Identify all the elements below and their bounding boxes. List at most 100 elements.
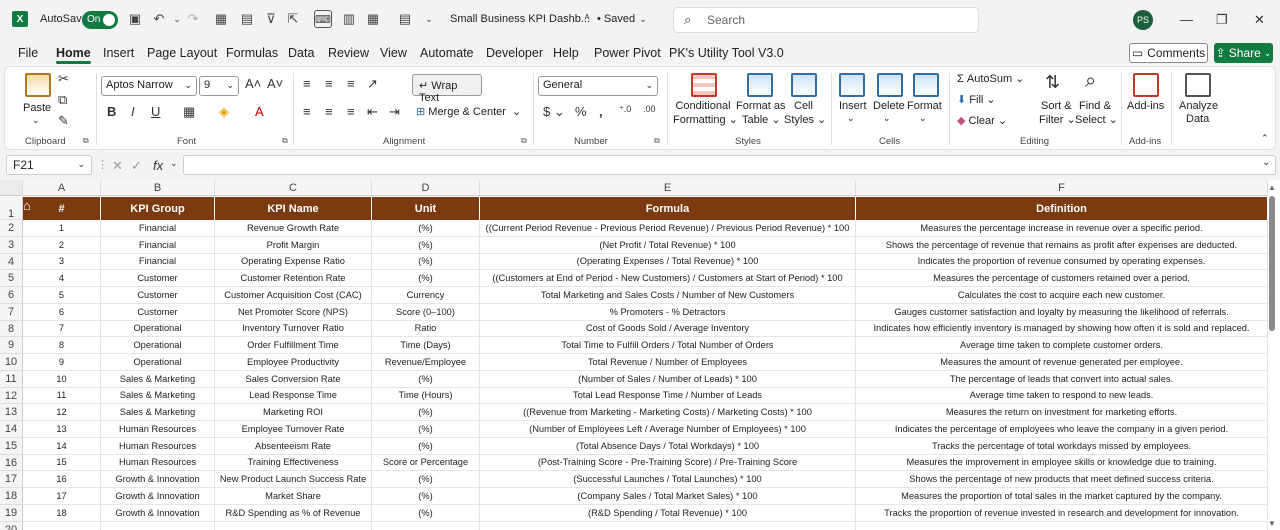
table-cell[interactable]: (%) bbox=[372, 236, 480, 254]
table-cell[interactable]: Lead Response Time bbox=[215, 387, 372, 405]
conditional-label[interactable]: Conditional bbox=[675, 100, 731, 112]
align-top-icon[interactable]: ≡ bbox=[303, 76, 311, 91]
cut-icon[interactable]: ✂ bbox=[58, 71, 69, 87]
dialog-launcher-icon[interactable]: ⧉ bbox=[83, 136, 89, 146]
tab-automate[interactable]: Automate bbox=[420, 46, 474, 60]
home-icon[interactable]: ⌂ bbox=[23, 198, 31, 213]
table-cell[interactable]: Growth & Innovation bbox=[101, 471, 215, 488]
table-cell[interactable]: Time (Days) bbox=[372, 337, 480, 354]
row-header[interactable]: 13 bbox=[0, 404, 23, 421]
table-cell[interactable]: Sales & Marketing bbox=[101, 370, 215, 388]
column-header-c[interactable]: C bbox=[215, 180, 372, 196]
table-cell[interactable]: (Operating Expenses / Total Revenue) * 1… bbox=[480, 253, 856, 271]
table-cell[interactable]: Revenue Growth Rate bbox=[215, 220, 372, 237]
table-cell[interactable]: Score (0–100) bbox=[372, 303, 480, 321]
tab-help[interactable]: Help bbox=[553, 46, 579, 60]
table-cell[interactable]: Financial bbox=[101, 236, 215, 254]
filter-icon[interactable]: ⊽ bbox=[262, 10, 280, 28]
table-cell[interactable]: Indicates the percentage of employees wh… bbox=[856, 421, 1268, 438]
table-cell[interactable]: 2 bbox=[23, 236, 101, 254]
mode-icon[interactable]: ⌨ bbox=[314, 10, 332, 28]
table-cell[interactable]: 14 bbox=[23, 437, 101, 455]
percent-icon[interactable]: % bbox=[575, 104, 587, 119]
copy-icon[interactable]: ⧉ bbox=[58, 92, 67, 108]
addins-icon[interactable] bbox=[1133, 73, 1159, 97]
table-cell[interactable]: Shows the percentage of revenue that rem… bbox=[856, 236, 1268, 254]
table-cell[interactable]: (%) bbox=[372, 370, 480, 388]
row-header[interactable]: 2 bbox=[0, 220, 23, 237]
table-cell[interactable]: (%) bbox=[372, 437, 480, 455]
table-cell[interactable]: Inventory Turnover Ratio bbox=[215, 320, 372, 338]
table-cell[interactable]: (%) bbox=[372, 270, 480, 287]
table-cell[interactable]: (Total Absence Days / Total Workdays) * … bbox=[480, 437, 856, 455]
number-format-select[interactable]: General ⌄ bbox=[538, 76, 658, 96]
select-all-corner[interactable] bbox=[0, 180, 23, 196]
table-header-cell[interactable]: KPI Group bbox=[101, 197, 215, 220]
table-header-cell[interactable]: KPI Name bbox=[215, 197, 372, 220]
table-cell[interactable]: Total Marketing and Sales Costs / Number… bbox=[480, 287, 856, 304]
tab-power-pivot[interactable]: Power Pivot bbox=[594, 46, 661, 60]
table-cell[interactable]: ((Customers at End of Period - New Custo… bbox=[480, 270, 856, 287]
row-header[interactable]: 4 bbox=[0, 253, 23, 271]
table-cell[interactable]: Operational bbox=[101, 337, 215, 354]
row-header[interactable]: 11 bbox=[0, 370, 23, 388]
scroll-thumb[interactable] bbox=[1269, 196, 1275, 331]
bold-icon[interactable]: B bbox=[107, 104, 116, 119]
restore-icon[interactable]: ❐ bbox=[1216, 12, 1228, 28]
insert-cells-icon[interactable] bbox=[839, 73, 865, 97]
table-cell[interactable]: R&D Spending as % of Revenue bbox=[215, 504, 372, 522]
find-label[interactable]: Find & bbox=[1079, 100, 1111, 112]
insert-function-icon[interactable]: fx bbox=[153, 158, 163, 173]
table-cell[interactable]: Revenue/Employee bbox=[372, 354, 480, 371]
chevron-down-icon[interactable]: ⌄ bbox=[919, 113, 927, 124]
table-cell[interactable]: 17 bbox=[23, 488, 101, 505]
row-header[interactable]: 10 bbox=[0, 354, 23, 371]
tab-formulas[interactable]: Formulas bbox=[226, 46, 278, 60]
table-cell[interactable]: Tracks the percentage of total workdays … bbox=[856, 437, 1268, 455]
row-header[interactable]: 15 bbox=[0, 437, 23, 455]
table-cell[interactable]: Sales Conversion Rate bbox=[215, 370, 372, 388]
table-cell[interactable]: 1 bbox=[23, 220, 101, 237]
italic-icon[interactable]: I bbox=[131, 104, 135, 119]
format-cells-icon[interactable] bbox=[913, 73, 939, 97]
table-cell[interactable]: Financial bbox=[101, 220, 215, 237]
analyze-label[interactable]: Analyze bbox=[1179, 100, 1218, 112]
table-cell[interactable]: Employee Productivity bbox=[215, 354, 372, 371]
more-icon[interactable]: ⋮ bbox=[97, 158, 108, 171]
table-cell[interactable] bbox=[101, 521, 215, 530]
table-cell[interactable]: 11 bbox=[23, 387, 101, 405]
decrease-decimal-icon[interactable]: .00 bbox=[643, 104, 656, 114]
format-painter-icon[interactable]: ✎ bbox=[58, 113, 69, 129]
table-cell[interactable] bbox=[23, 521, 101, 530]
find-select-icon[interactable]: ⌕ bbox=[1085, 70, 1096, 93]
font-name-select[interactable]: Aptos Narrow ⌄ bbox=[101, 76, 197, 96]
table-cell[interactable]: Total Revenue / Number of Employees bbox=[480, 354, 856, 371]
table-cell[interactable] bbox=[856, 521, 1268, 530]
table-cell[interactable]: Marketing ROI bbox=[215, 404, 372, 421]
format-label[interactable]: Format bbox=[907, 100, 942, 112]
table-icon[interactable]: ▤ bbox=[238, 10, 256, 28]
table-cell[interactable]: (Number of Employees Left / Average Numb… bbox=[480, 421, 856, 438]
row-header[interactable]: 3 bbox=[0, 236, 23, 254]
table-cell[interactable]: Indicates how efficiently inventory is m… bbox=[856, 320, 1268, 338]
table-cell[interactable]: Employee Turnover Rate bbox=[215, 421, 372, 438]
row-header[interactable]: 12 bbox=[0, 387, 23, 405]
search-box[interactable]: ⌕ Search bbox=[673, 7, 979, 33]
paste-icon[interactable] bbox=[25, 73, 51, 97]
column-header-e[interactable]: E bbox=[480, 180, 856, 196]
save-icon[interactable]: ▣ bbox=[126, 10, 144, 28]
table-header-cell[interactable]: Definition bbox=[856, 197, 1268, 220]
table-cell[interactable]: 4 bbox=[23, 270, 101, 287]
table-cell[interactable]: Human Resources bbox=[101, 454, 215, 472]
row-header[interactable]: 7 bbox=[0, 303, 23, 321]
format-as-label[interactable]: Format as bbox=[736, 100, 786, 112]
table-cell[interactable]: Ratio bbox=[372, 320, 480, 338]
dialog-launcher-icon[interactable]: ⧉ bbox=[282, 136, 288, 146]
share-icon[interactable]: ⇱ bbox=[284, 10, 302, 28]
table-cell[interactable]: Market Share bbox=[215, 488, 372, 505]
table-cell[interactable]: Net Promoter Score (NPS) bbox=[215, 303, 372, 321]
saved-status[interactable]: • Saved bbox=[597, 13, 635, 25]
table-cell[interactable]: Growth & Innovation bbox=[101, 488, 215, 505]
row-header[interactable]: 6 bbox=[0, 287, 23, 304]
table-cell[interactable]: Customer bbox=[101, 270, 215, 287]
